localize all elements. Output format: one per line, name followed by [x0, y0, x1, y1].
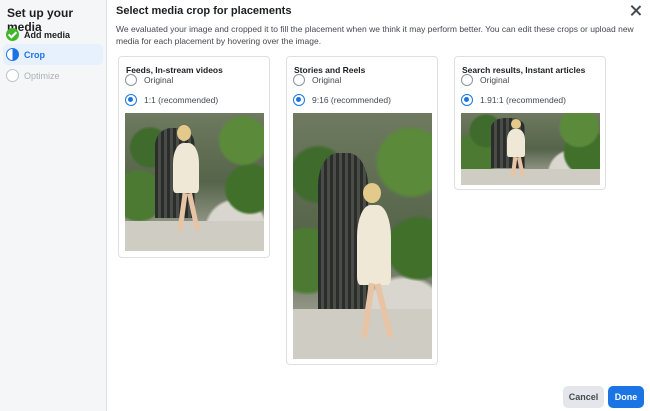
option-label: Original: [144, 75, 174, 85]
close-icon[interactable]: [630, 5, 642, 17]
option-label: 9:16 (recommended): [312, 95, 391, 105]
done-button[interactable]: Done: [608, 386, 644, 408]
option-original[interactable]: Original: [293, 74, 341, 86]
placement-card-search: Search results, Instant articles Origina…: [454, 56, 606, 190]
radio-recommended[interactable]: [461, 94, 473, 106]
step-add-media[interactable]: Add media: [3, 24, 103, 45]
step-label: Crop: [24, 49, 45, 60]
check-circle-icon: [6, 28, 19, 41]
placement-card-stories: Stories and Reels Original 9:16 (recomme…: [286, 56, 438, 365]
radio-recommended[interactable]: [293, 94, 305, 106]
page-title: Select media crop for placements: [116, 5, 292, 17]
crop-preview-image[interactable]: [461, 113, 600, 185]
step-crop[interactable]: Crop: [3, 44, 103, 65]
radio-recommended[interactable]: [125, 94, 137, 106]
crop-preview-image[interactable]: [125, 113, 264, 251]
option-original[interactable]: Original: [461, 74, 509, 86]
crop-preview-image[interactable]: [293, 113, 432, 359]
step-label: Add media: [24, 29, 71, 40]
cancel-button[interactable]: Cancel: [563, 386, 604, 408]
option-recommended[interactable]: 1:1 (recommended): [125, 94, 218, 106]
radio-original[interactable]: [293, 74, 305, 86]
option-label: Original: [312, 75, 342, 85]
option-label: 1.91:1 (recommended): [480, 95, 566, 105]
half-circle-icon: [6, 48, 19, 61]
description-text: We evaluated your image and cropped it t…: [116, 24, 634, 46]
radio-original[interactable]: [125, 74, 137, 86]
placement-card-feeds: Feeds, In-stream videos Original 1:1 (re…: [118, 56, 270, 258]
radio-original[interactable]: [461, 74, 473, 86]
option-recommended[interactable]: 9:16 (recommended): [293, 94, 391, 106]
sidebar: Set up your media Add media Crop Optimiz…: [0, 0, 107, 411]
step-optimize[interactable]: Optimize: [3, 65, 103, 86]
option-label: 1:1 (recommended): [144, 95, 219, 105]
empty-circle-icon: [6, 69, 19, 82]
step-label: Optimize: [24, 70, 60, 81]
option-recommended[interactable]: 1.91:1 (recommended): [461, 94, 566, 106]
option-original[interactable]: Original: [125, 74, 173, 86]
option-label: Original: [480, 75, 510, 85]
